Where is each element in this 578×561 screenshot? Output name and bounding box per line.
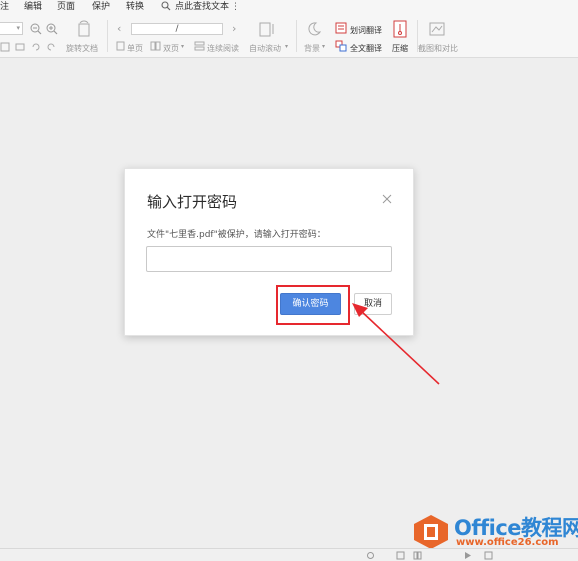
- fit-page-icon[interactable]: [0, 42, 10, 52]
- next-page-icon[interactable]: ›: [232, 22, 236, 35]
- office-logo-icon: [414, 515, 448, 549]
- screenshot-compare-icon[interactable]: [428, 21, 446, 37]
- highlight-box: [276, 285, 350, 325]
- zoom-in-icon[interactable]: [46, 23, 58, 35]
- chevron-down-icon: ▾: [16, 24, 20, 32]
- single-page-label[interactable]: 单页: [127, 43, 143, 54]
- toolbar-separator: [107, 20, 108, 52]
- play-icon[interactable]: [463, 551, 472, 560]
- menu-item-annotate[interactable]: 注: [0, 0, 9, 14]
- toolbar: ▾ 旋转文档 ‹ / › 单页 双页 ▾ 连续阅读 自动滚动 ▾ 背景 ▾ 划词…: [0, 14, 578, 58]
- watermark-url: www.office26.com: [456, 537, 559, 548]
- full-translate-label[interactable]: 全文翻译: [350, 43, 382, 54]
- compress-label[interactable]: 压缩: [392, 43, 408, 54]
- auto-scroll-icon[interactable]: [258, 21, 276, 38]
- rotate-document-icon[interactable]: [75, 20, 93, 38]
- background-label[interactable]: 背景: [304, 43, 320, 54]
- moon-icon[interactable]: [306, 21, 322, 37]
- rotate-right-icon[interactable]: [46, 42, 56, 52]
- rotate-document-label[interactable]: 旋转文档: [66, 43, 98, 54]
- double-page-view-icon[interactable]: [413, 551, 422, 560]
- fit-width-icon[interactable]: [15, 42, 25, 52]
- full-translate-icon: [335, 40, 347, 52]
- single-page-view-icon[interactable]: [396, 551, 405, 560]
- menu-item-convert[interactable]: 转换: [126, 0, 144, 14]
- chevron-down-icon: ▾: [285, 43, 289, 50]
- toolbar-separator: [296, 20, 297, 52]
- find-text-label: 点此查找文本: [175, 2, 230, 12]
- page-number-input[interactable]: /: [131, 23, 223, 35]
- find-text-search[interactable]: 点此查找文本: [161, 0, 229, 14]
- rotate-left-icon[interactable]: [31, 42, 41, 52]
- red-arrow-icon: [352, 303, 440, 385]
- continuous-read-label[interactable]: 连续阅读: [207, 43, 239, 54]
- settings-icon[interactable]: [366, 551, 375, 560]
- more-options-icon[interactable]: ⋮: [231, 0, 240, 14]
- double-page-icon: [150, 41, 161, 51]
- word-translate-label[interactable]: 划词翻译: [350, 25, 382, 36]
- menu-item-edit[interactable]: 编辑: [24, 0, 42, 14]
- chevron-down-icon: ▾: [181, 43, 185, 50]
- prev-page-icon[interactable]: ‹: [117, 22, 121, 35]
- status-bar: [0, 548, 578, 561]
- auto-scroll-label[interactable]: 自动滚动: [249, 43, 281, 54]
- search-icon: [161, 1, 171, 11]
- zoom-select[interactable]: ▾: [0, 22, 23, 35]
- double-page-label[interactable]: 双页: [163, 43, 179, 54]
- close-icon[interactable]: [381, 193, 393, 205]
- continuous-read-icon: [194, 41, 205, 51]
- compress-icon[interactable]: [393, 20, 407, 38]
- single-page-icon: [116, 41, 125, 51]
- word-translate-icon: [335, 22, 347, 34]
- menu-item-page[interactable]: 页面: [57, 0, 75, 14]
- fit-page-status-icon[interactable]: [484, 551, 493, 560]
- dialog-title: 输入打开密码: [147, 193, 238, 211]
- zoom-out-icon[interactable]: [30, 23, 42, 35]
- chevron-down-icon: ▾: [322, 43, 326, 50]
- menu-item-protect[interactable]: 保护: [92, 0, 110, 14]
- screenshot-compare-label[interactable]: 截图和对比: [418, 43, 458, 54]
- dialog-message: 文件"七里香.pdf"被保护，请输入打开密码：: [147, 230, 326, 240]
- watermark: Office教程网 www.office26.com: [412, 512, 578, 552]
- menu-bar: 注 编辑 页面 保护 转换 点此查找文本 ⋮: [0, 0, 578, 14]
- password-input[interactable]: [146, 246, 392, 272]
